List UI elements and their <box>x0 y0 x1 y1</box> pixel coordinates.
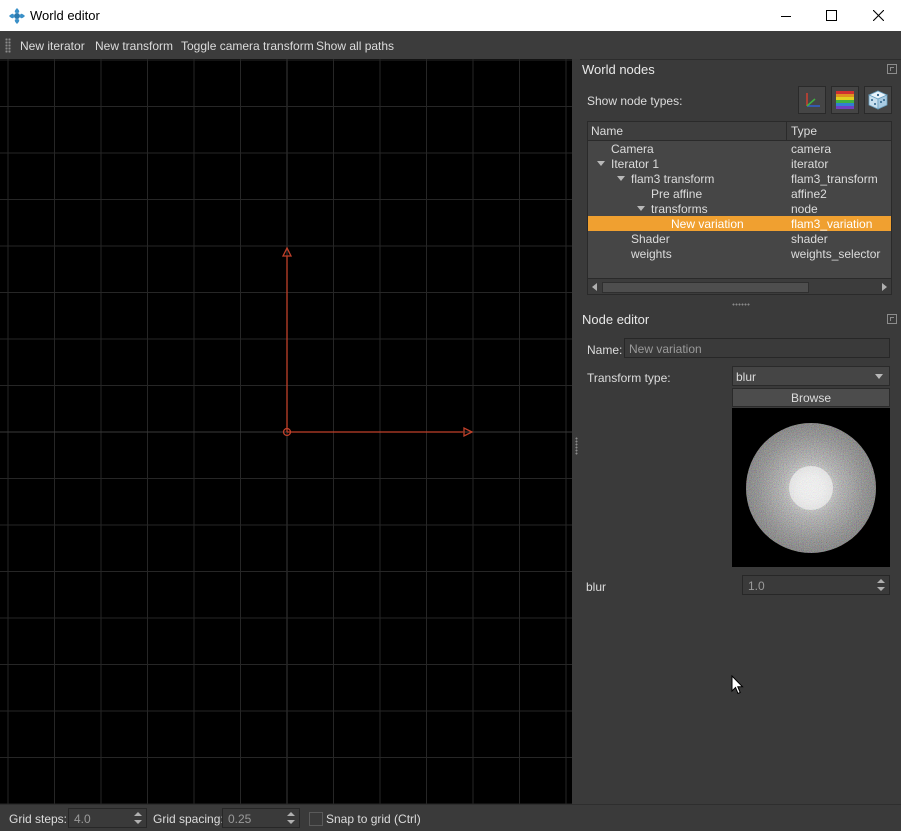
toggle-shader-nodes-button[interactable] <box>831 86 859 114</box>
expand-arrow-icon[interactable] <box>637 206 645 211</box>
blur-param-value: 1.0 <box>748 579 765 593</box>
toolbar-grip[interactable] <box>5 38 11 53</box>
column-name-header[interactable]: Name <box>591 124 623 138</box>
close-button[interactable] <box>855 0 901 31</box>
spin-down-arrow[interactable] <box>287 820 295 824</box>
node-type: iterator <box>791 157 829 171</box>
minimize-button[interactable] <box>763 0 809 31</box>
dice-icon <box>868 90 888 110</box>
toggle-transform-nodes-button[interactable] <box>798 86 826 114</box>
world-viewport[interactable] <box>0 59 572 804</box>
expand-arrow-icon[interactable] <box>597 161 605 166</box>
undock-icon[interactable] <box>887 314 897 324</box>
node-name: transforms <box>651 202 708 216</box>
grid-spacing-spinbox[interactable]: 0.25 <box>222 808 300 828</box>
snap-to-grid-label[interactable]: Snap to grid (Ctrl) <box>326 812 421 826</box>
window-title: World editor <box>30 8 100 23</box>
node-name: Shader <box>631 232 670 246</box>
node-type: flam3_transform <box>791 172 878 186</box>
spin-up-arrow[interactable] <box>877 579 885 583</box>
transform-gizmo[interactable] <box>281 246 474 438</box>
grid-canvas <box>0 59 572 804</box>
minimize-icon <box>781 15 791 17</box>
blur-param-label: blur <box>586 580 607 594</box>
tree-row[interactable]: transforms node <box>588 201 891 216</box>
spin-down-arrow[interactable] <box>134 820 142 824</box>
tree-row[interactable]: Pre affine affine2 <box>588 186 891 201</box>
show-node-types-label: Show node types: <box>587 94 683 108</box>
expand-arrow-icon[interactable] <box>617 176 625 181</box>
transform-type-label: Transform type: <box>587 371 671 385</box>
tree-row[interactable]: Shader shader <box>588 231 891 246</box>
node-type: camera <box>791 142 832 156</box>
toggle-random-nodes-button[interactable] <box>864 86 892 114</box>
maximize-button[interactable] <box>808 0 854 31</box>
node-editor-title: Node editor <box>582 312 650 327</box>
status-bar: Grid steps: 4.0 Grid spacing: 0.25 Snap … <box>0 804 901 831</box>
horizontal-scrollbar[interactable] <box>588 278 891 294</box>
splitter-grip[interactable] <box>575 437 578 455</box>
grid-steps-label: Grid steps: <box>9 812 68 826</box>
axis-gizmo-icon <box>806 93 820 107</box>
world-nodes-title: World nodes <box>582 62 655 77</box>
tree-row[interactable]: flam3 transform flam3_transform <box>588 171 891 186</box>
blur-preview-image <box>746 423 876 553</box>
gradient-palette-icon <box>836 91 854 109</box>
grid-steps-spinbox[interactable]: 4.0 <box>68 808 147 828</box>
transform-type-select[interactable]: blur <box>732 366 890 386</box>
toolbar: New iterator New transform Toggle camera… <box>0 31 901 60</box>
browse-button[interactable]: Browse <box>732 388 890 407</box>
close-icon <box>872 10 884 21</box>
node-name: weights <box>631 247 672 261</box>
variation-preview <box>732 408 890 567</box>
node-name: Camera <box>611 142 654 156</box>
grid-steps-value: 4.0 <box>74 812 91 826</box>
chevron-down-icon <box>875 374 883 379</box>
blur-param-spinbox[interactable]: 1.0 <box>742 575 890 595</box>
new-iterator-button[interactable]: New iterator <box>20 39 85 53</box>
snap-to-grid-checkbox[interactable] <box>309 812 323 826</box>
spin-up-arrow[interactable] <box>287 812 295 816</box>
title-bar: World editor <box>0 0 901 31</box>
flame-app-icon <box>9 8 25 24</box>
scroll-left-arrow[interactable] <box>592 283 597 291</box>
column-type-header[interactable]: Type <box>791 124 817 138</box>
scroll-right-arrow[interactable] <box>882 283 887 291</box>
name-label: Name: <box>587 343 623 357</box>
show-all-paths-button[interactable]: Show all paths <box>316 39 394 53</box>
node-type: node <box>791 202 818 216</box>
tree-row[interactable]: New variation flam3_variation <box>588 216 891 231</box>
transform-type-value: blur <box>736 370 757 384</box>
node-type: affine2 <box>791 187 827 201</box>
node-name: flam3 transform <box>631 172 715 186</box>
node-name: New variation <box>671 217 744 231</box>
grid-lines <box>0 59 572 804</box>
node-name: Iterator 1 <box>611 157 660 171</box>
grid-spacing-value: 0.25 <box>228 812 252 826</box>
vertical-splitter[interactable] <box>572 59 580 804</box>
node-type: flam3_variation <box>791 217 873 231</box>
node-name: Pre affine <box>651 187 703 201</box>
node-name-field[interactable]: New variation <box>624 338 890 358</box>
tree-header: Name Type <box>588 122 891 141</box>
new-transform-button[interactable]: New transform <box>95 39 173 53</box>
grid-spacing-label: Grid spacing: <box>153 812 224 826</box>
world-nodes-tree[interactable]: Name Type Camera camera Iterator 1 iterator… <box>587 121 892 295</box>
tree-row[interactable]: weights weights_selector <box>588 246 891 261</box>
tree-row[interactable]: Iterator 1 iterator <box>588 156 891 171</box>
horizontal-splitter[interactable] <box>732 303 750 306</box>
node-type: weights_selector <box>791 247 881 261</box>
scrollbar-thumb[interactable] <box>602 282 809 293</box>
undock-icon[interactable] <box>887 64 897 74</box>
mouse-cursor-icon <box>731 675 744 695</box>
spin-down-arrow[interactable] <box>877 587 885 591</box>
spin-up-arrow[interactable] <box>134 812 142 816</box>
toggle-camera-transform-button[interactable]: Toggle camera transform <box>181 39 314 53</box>
maximize-icon <box>825 10 837 21</box>
node-type: shader <box>791 232 828 246</box>
tree-row[interactable]: Camera camera <box>588 141 891 156</box>
column-separator[interactable] <box>786 122 787 140</box>
